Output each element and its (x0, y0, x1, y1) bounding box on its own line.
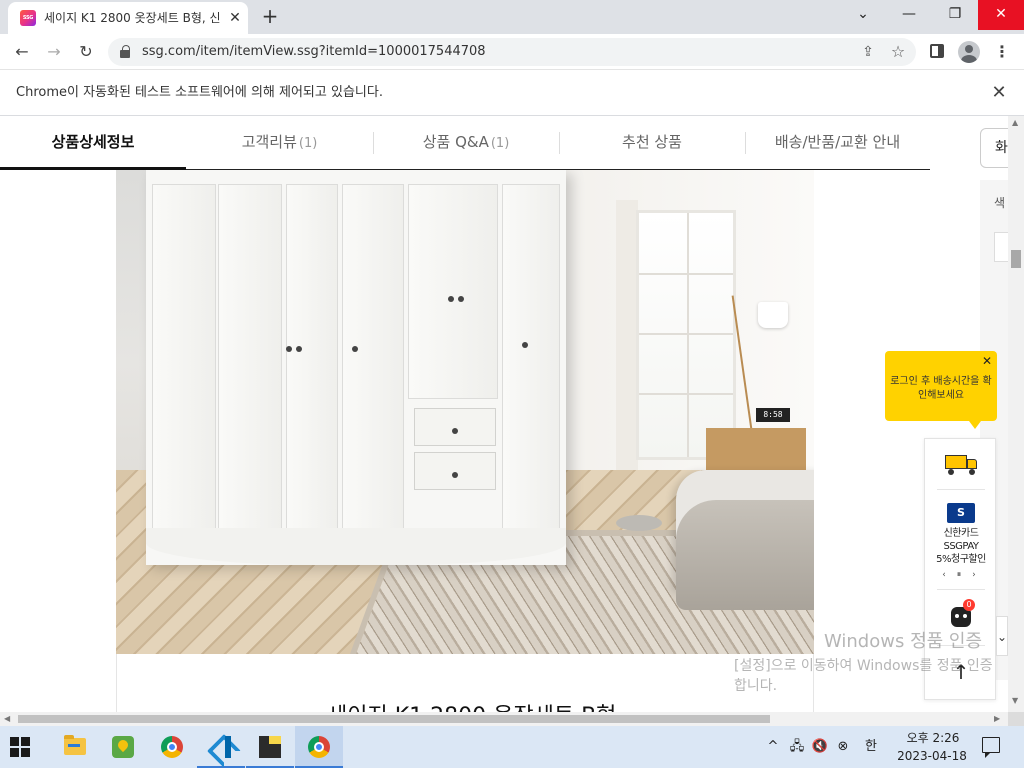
product-title: 세이지 K1 2800 옷장세트 B형 (327, 698, 616, 712)
ime-hangul-indicator[interactable]: 한 (860, 726, 882, 768)
scrollbar-corner (1008, 712, 1024, 726)
blocked-status-icon[interactable]: ⊗ (832, 726, 854, 768)
side-panel-icon[interactable] (930, 44, 944, 58)
option-select[interactable] (994, 232, 1008, 262)
browser-tab[interactable]: SSG 세이지 K1 2800 옷장세트 B형, 신 ✕ (8, 2, 248, 34)
windows-taskbar: ^ 🖧 🔇 ⊗ 한 오후 2:26 2023-04-18 (0, 726, 1024, 768)
taskbar-chrome-active[interactable] (295, 726, 343, 768)
horizontal-scroll-thumb[interactable] (18, 715, 770, 723)
tab-count: (1) (490, 136, 510, 151)
scroll-left-arrow-icon[interactable]: ◀ (4, 714, 10, 723)
lock-icon[interactable] (120, 45, 130, 58)
card-promo-line: 신한카드 (943, 528, 979, 539)
taskbar-chrome[interactable] (148, 726, 196, 768)
url-text[interactable]: ssg.com/item/itemView.ssg?itemId=1000017… (142, 44, 486, 60)
tab-label: 상품 Q&A (422, 133, 489, 151)
windows-activation-watermark: Windows 정품 인증 [설정]으로 이동하여 Windows를 정품 인증… (734, 630, 1004, 696)
tooltip-text: 로그인 후 배송시간을 확인해보세요 (890, 376, 992, 401)
product-detail-image: 8:58 (116, 170, 814, 654)
option-label: 색 (994, 196, 1006, 210)
shinhan-card-logo-icon[interactable]: S (947, 503, 975, 523)
infobar-close-icon[interactable]: ✕ (988, 82, 1010, 104)
tab-qna[interactable]: 상품 Q&A (1) (373, 116, 559, 170)
promo-pager[interactable]: ‹ ⏸ › (939, 569, 983, 581)
scroll-right-arrow-icon[interactable]: ▶ (994, 714, 1000, 723)
volume-muted-icon[interactable]: 🔇 (810, 726, 830, 768)
widget-divider (937, 489, 985, 490)
tab-reviews[interactable]: 고객리뷰 (1) (186, 116, 373, 170)
tab-title: 세이지 K1 2800 옷장세트 B형, 신 (44, 11, 221, 25)
taskbar-clock-date[interactable]: 2023-04-18 (894, 748, 970, 764)
tab-label: 고객리뷰 (241, 133, 297, 151)
scroll-down-arrow-icon[interactable]: ▼ (1012, 696, 1018, 705)
notification-center-icon[interactable] (982, 737, 1000, 758)
bookmark-star-icon[interactable]: ☆ (886, 40, 910, 64)
tab-label: 배송/반품/교환 안내 (774, 133, 901, 151)
watermark-body: [설정]으로 이동하여 Windows를 정품 인증합니다. (734, 658, 993, 694)
restore-button[interactable]: ❐ (932, 0, 978, 30)
page-viewport: 8:58 세이지 K1 2800 옷장세트 B형 상품상세정보 (0, 116, 1008, 712)
back-button[interactable]: ← (10, 40, 34, 64)
network-icon[interactable]: 🖧 (786, 726, 808, 768)
taskbar-clock-time[interactable]: 오후 2:26 (900, 730, 966, 746)
infobar-message: Chrome이 자동화된 테스트 소프트웨어에 의해 제어되고 있습니다. (16, 85, 383, 100)
address-bar[interactable]: ssg.com/item/itemView.ssg?itemId=1000017… (108, 38, 916, 66)
new-tab-button[interactable]: + (258, 5, 282, 29)
chatbot-badge: 0 (963, 599, 975, 611)
taskbar-vscode[interactable] (197, 726, 245, 768)
reload-button[interactable]: ↻ (74, 40, 98, 64)
profile-avatar-icon[interactable] (958, 41, 980, 63)
folder-icon (64, 735, 86, 755)
delivery-tooltip: ✕ 로그인 후 배송시간을 확인해보세요 (885, 351, 997, 429)
forward-button[interactable]: → (42, 40, 66, 64)
watermark-title: Windows 정품 인증 (824, 631, 983, 652)
taskbar-maps[interactable] (99, 726, 147, 768)
minimize-button[interactable]: — (886, 0, 932, 30)
room-window (636, 210, 736, 460)
tab-recommended[interactable]: 추천 상품 (559, 116, 745, 170)
vertical-scroll-thumb[interactable] (1011, 250, 1021, 268)
slippers (616, 515, 662, 531)
tab-label: 추천 상품 (622, 133, 682, 151)
tab-search-button[interactable]: ⌄ (840, 0, 886, 30)
chrome-menu-icon[interactable]: ⋮ (992, 40, 1012, 64)
vertical-scrollbar[interactable]: ▲ ▼ (1008, 116, 1024, 712)
tab-close-icon[interactable]: ✕ (226, 9, 244, 27)
card-promo-line: 5%청구할인 (936, 554, 986, 565)
right-panel-button[interactable]: 화 (980, 128, 1008, 168)
scroll-up-arrow-icon[interactable]: ▲ (1012, 118, 1018, 127)
horizontal-scrollbar[interactable]: ◀ ▶ (0, 712, 1008, 726)
bed-blanket (676, 500, 814, 610)
browser-tab-strip: SSG 세이지 K1 2800 옷장세트 B형, 신 ✕ + ⌄ — ❐ ✕ (0, 0, 1024, 34)
vscode-icon (210, 736, 232, 758)
curtain (616, 200, 638, 470)
widget-divider (937, 589, 985, 590)
close-window-button[interactable]: ✕ (978, 0, 1024, 30)
card-promo-text[interactable]: 신한카드 SSGPAY 5%청구할인 (925, 527, 997, 566)
taskbar-sticky-notes[interactable] (246, 726, 294, 768)
product-tabs-nav: 상품상세정보 고객리뷰 (1) 상품 Q&A (1) 추천 상품 배송/반품/교환 … (0, 116, 930, 170)
tab-label: 상품상세정보 (51, 133, 135, 151)
white-wardrobe (146, 170, 566, 565)
tab-product-detail[interactable]: 상품상세정보 (0, 116, 186, 170)
browser-toolbar: ← → ↻ ssg.com/item/itemView.ssg?itemId=1… (0, 34, 1024, 70)
product-title-area: 세이지 K1 2800 옷장세트 B형 (116, 654, 814, 712)
chrome-icon (161, 736, 183, 758)
tab-shipping-returns[interactable]: 배송/반품/교환 안내 (745, 116, 930, 170)
maps-icon (112, 736, 134, 758)
delivery-truck-icon[interactable] (945, 453, 979, 475)
tooltip-close-icon[interactable]: ✕ (979, 353, 995, 369)
windows-start-icon[interactable] (10, 737, 30, 757)
ssg-favicon-icon: SSG (20, 10, 36, 26)
share-icon[interactable]: ⇪ (856, 40, 880, 64)
sticky-notes-icon (259, 736, 281, 758)
taskbar-file-explorer[interactable] (50, 726, 98, 768)
automation-infobar: Chrome이 자동화된 테스트 소프트웨어에 의해 제어되고 있습니다. ✕ (0, 70, 1024, 116)
chrome-icon (308, 736, 330, 758)
tab-count: (1) (298, 136, 318, 151)
tray-overflow-chevron-icon[interactable]: ^ (764, 726, 782, 768)
card-promo-line: SSGPAY (943, 541, 979, 552)
floor-lamp-shade (758, 302, 788, 328)
alarm-clock: 8:58 (756, 408, 790, 422)
